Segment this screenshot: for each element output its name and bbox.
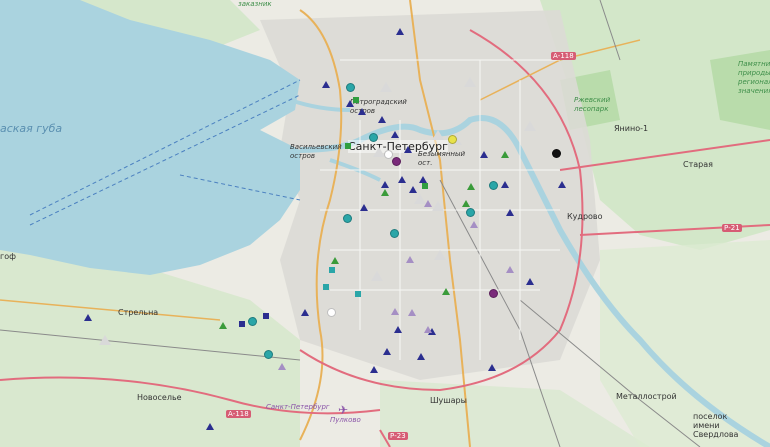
poi-triangle-marker[interactable] [391,131,399,138]
airport-icon: ✈ [338,403,349,417]
poi-triangle-marker[interactable] [406,256,414,263]
poi-triangle-marker[interactable] [424,326,432,333]
poi-triangle-marker[interactable] [470,221,478,228]
poi-triangle-marker[interactable] [398,176,406,183]
poi-triangle-marker[interactable] [394,326,402,333]
poi-triangle-marker[interactable] [434,250,446,260]
poi-triangle-marker[interactable] [409,186,417,193]
strelna-label: Стрельна [118,308,159,317]
poi-square-marker[interactable] [329,267,335,273]
poi-triangle-marker[interactable] [404,146,412,153]
poi-triangle-marker[interactable] [84,314,92,321]
poi-triangle-marker[interactable] [464,77,476,87]
rzhevsky-label: Ржевский лесопарк [574,96,611,113]
poi-triangle-marker[interactable] [206,423,214,430]
poi-triangle-marker[interactable] [467,183,475,190]
poi-square-marker[interactable] [422,183,428,189]
road-shield: А-118 [551,52,576,60]
road-shield: Р-21 [722,224,742,232]
metallostroy-label: Металлострой [616,392,677,401]
bezymyanny-label: Безымянный ост. [418,150,466,167]
poi-square-marker[interactable] [353,97,359,103]
poi-circle-marker[interactable] [489,181,498,190]
gulf-label: аская губа [0,122,63,135]
nature-park-label: Памятник природы региональ. значения [738,60,770,95]
poi-square-marker[interactable] [323,284,329,290]
poi-circle-marker[interactable] [466,208,475,217]
poi-circle-marker[interactable] [346,83,355,92]
poi-triangle-marker[interactable] [506,266,514,273]
poi-triangle-marker[interactable] [462,200,470,207]
road-shield: А-118 [226,410,251,418]
poi-triangle-marker[interactable] [526,278,534,285]
poi-triangle-marker[interactable] [396,28,404,35]
poi-triangle-marker[interactable] [558,181,566,188]
poi-triangle-marker[interactable] [381,189,389,196]
poi-triangle-marker[interactable] [278,363,286,370]
sverdlova-label: поселок имени Свердлова [693,412,739,439]
poi-square-marker[interactable] [263,313,269,319]
poi-triangle-marker[interactable] [301,309,309,316]
poi-circle-marker[interactable] [264,350,273,359]
poi-circle-marker[interactable] [384,150,393,159]
poi-triangle-marker[interactable] [419,176,427,183]
yanino-label: Янино-1 [614,124,649,133]
poi-triangle-marker[interactable] [417,353,425,360]
poi-triangle-marker[interactable] [358,108,366,115]
poi-circle-marker[interactable] [489,289,498,298]
poi-triangle-marker[interactable] [360,204,368,211]
poi-triangle-marker[interactable] [524,121,536,131]
poi-triangle-marker[interactable] [488,364,496,371]
poi-triangle-marker[interactable] [380,82,392,92]
poi-circle-marker[interactable] [327,308,336,317]
poi-triangle-marker[interactable] [219,322,227,329]
poi-triangle-marker[interactable] [381,181,389,188]
poi-circle-marker[interactable] [390,229,399,238]
poi-triangle-marker[interactable] [370,366,378,373]
shushary-label: Шушары [430,396,467,405]
poi-triangle-marker[interactable] [408,309,416,316]
poi-triangle-marker[interactable] [424,200,432,207]
poi-circle-marker[interactable] [552,149,561,158]
poi-triangle-marker[interactable] [99,335,111,345]
poi-circle-marker[interactable] [248,317,257,326]
poi-circle-marker[interactable] [392,157,401,166]
staraya-label: Старая [683,160,713,169]
road-shield: Р-23 [388,432,408,440]
poi-square-marker[interactable] [355,291,361,297]
poi-square-marker[interactable] [239,321,245,327]
kudrovo-label: Кудрово [567,212,603,221]
poi-circle-marker[interactable] [448,135,457,144]
poi-triangle-marker[interactable] [432,201,444,211]
poi-triangle-marker[interactable] [501,181,509,188]
ring-road-label: Санкт-Петербург [266,403,330,411]
poi-triangle-marker[interactable] [331,257,339,264]
poi-circle-marker[interactable] [369,133,378,142]
poi-circle-marker[interactable] [343,214,352,223]
poi-triangle-marker[interactable] [383,348,391,355]
poi-triangle-marker[interactable] [322,81,330,88]
poi-triangle-marker[interactable] [442,288,450,295]
poi-triangle-marker[interactable] [371,271,383,281]
poi-triangle-marker[interactable] [391,308,399,315]
vasilievsky-label: Васильевский остров [290,143,342,160]
poi-square-marker[interactable] [345,143,351,149]
peterhof-label: гоф [0,252,16,261]
poi-triangle-marker[interactable] [501,151,509,158]
poi-triangle-marker[interactable] [378,116,386,123]
poi-triangle-marker[interactable] [432,130,444,140]
poi-triangle-marker[interactable] [506,209,514,216]
novoselye-label: Новоселье [137,393,182,402]
zakaznik-label: заказник [238,0,272,8]
poi-triangle-marker[interactable] [480,151,488,158]
map-base-layer [0,0,770,447]
pulkovo-label: Пулково [330,416,361,424]
map-view[interactable]: аская губа Санкт-Петербург Васильевский … [0,0,770,447]
